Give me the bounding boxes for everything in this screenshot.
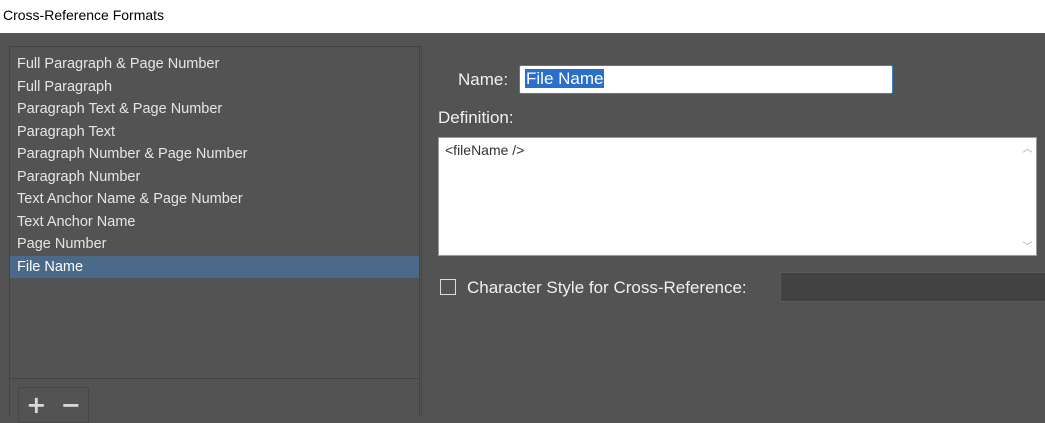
add-format-button[interactable]: + [19,388,54,422]
scroll-down-icon[interactable]: ﹀ [1019,237,1036,254]
definition-textarea[interactable]: <fileName /> ︿ ﹀ [438,137,1037,256]
char-style-dropdown[interactable] [780,272,1045,302]
name-label: Name: [458,70,509,89]
format-list-item[interactable]: Paragraph Text [10,121,419,144]
panel-divider [421,46,422,416]
format-list-item[interactable]: Full Paragraph [10,76,419,99]
remove-format-button[interactable]: − [54,388,89,422]
format-list-item[interactable]: Text Anchor Name & Page Number [10,188,419,211]
format-list-item[interactable]: Paragraph Text & Page Number [10,98,419,121]
window-title: Cross-Reference Formats [3,7,165,23]
format-list-item[interactable]: File Name [10,255,419,278]
minus-icon: − [60,391,81,419]
title-bar: Cross-Reference Formats [0,0,1045,33]
formats-list-panel: Full Paragraph & Page Number Full Paragra… [9,46,420,423]
format-list-item[interactable]: Paragraph Number & Page Number [10,143,419,166]
definition-text: <fileName /> [445,142,525,158]
scroll-up-icon[interactable]: ︿ [1019,139,1036,156]
formats-list: Full Paragraph & Page Number Full Paragra… [10,53,419,278]
definition-scrollbar[interactable]: ︿ ﹀ [1019,138,1036,255]
list-footer-divider [10,378,419,379]
format-list-item[interactable]: Paragraph Number [10,166,419,189]
format-list-item[interactable]: Page Number [10,233,419,256]
definition-label: Definition: [438,108,514,127]
name-input[interactable]: File Name [519,65,893,94]
list-button-group: + − [18,387,89,423]
dialog-body: Full Paragraph & Page Number Full Paragra… [0,33,1045,423]
plus-icon: + [26,391,47,419]
format-list-item[interactable]: Full Paragraph & Page Number [10,53,419,76]
char-style-label: Character Style for Cross-Reference: [467,278,747,297]
format-list-item[interactable]: Text Anchor Name [10,211,419,234]
name-input-value: File Name [525,69,605,88]
char-style-checkbox[interactable] [440,279,456,295]
